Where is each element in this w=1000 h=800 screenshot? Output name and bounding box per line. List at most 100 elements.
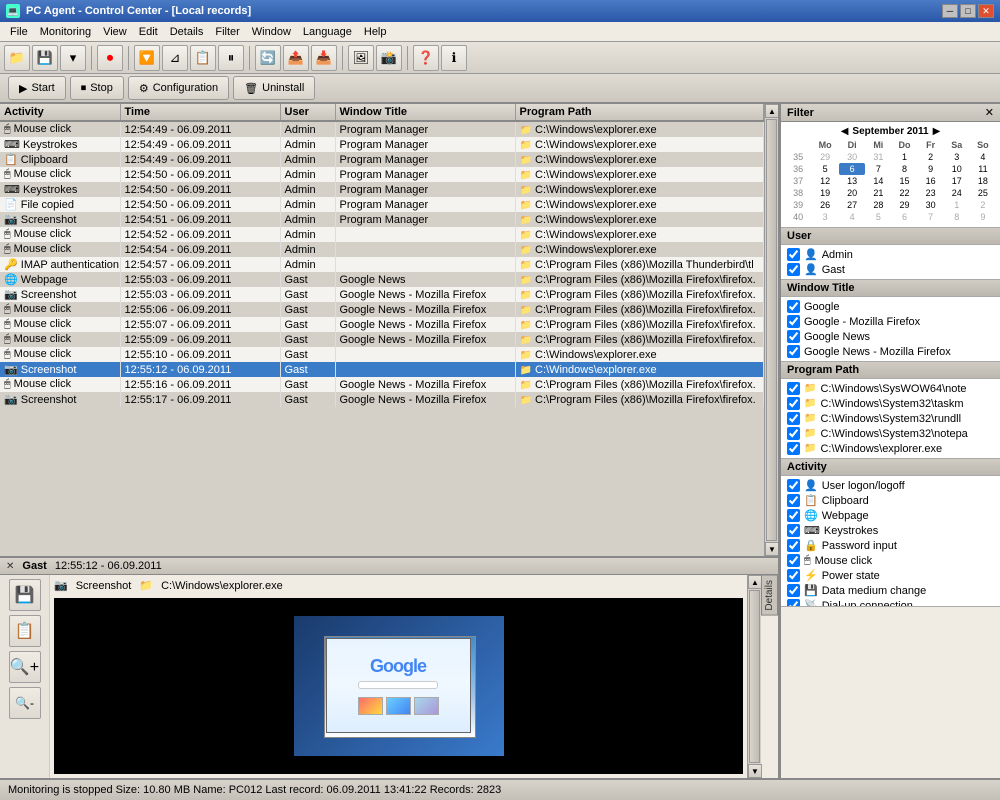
table-row[interactable]: 📷 Screenshot 12:55:17 - 06.09.2011 Gast … xyxy=(0,392,764,407)
col-user[interactable]: User xyxy=(280,104,335,121)
table-row[interactable]: ⌨ Keystrokes 12:54:49 - 06.09.2011 Admin… xyxy=(0,137,764,152)
activity-checkbox[interactable] xyxy=(787,494,800,507)
col-window-title[interactable]: Window Title xyxy=(335,104,515,121)
stop-button[interactable]: ⏹ Stop xyxy=(70,76,124,100)
window-checkbox[interactable] xyxy=(787,315,800,328)
filter-path-item[interactable]: 📁C:\Windows\explorer.exe xyxy=(785,441,996,456)
calendar-day[interactable]: 12 xyxy=(811,175,839,187)
toolbar-export[interactable]: 📤 xyxy=(283,45,309,71)
path-checkbox[interactable] xyxy=(787,397,800,410)
calendar-day[interactable]: 26 xyxy=(811,199,839,211)
toolbar-refresh[interactable]: 🔄 xyxy=(255,45,281,71)
path-checkbox[interactable] xyxy=(787,412,800,425)
filter-path-item[interactable]: 📁C:\Windows\System32\rundll xyxy=(785,411,996,426)
user-checkbox[interactable] xyxy=(787,248,800,261)
table-row[interactable]: 📷 Screenshot 12:55:03 - 06.09.2011 Gast … xyxy=(0,287,764,302)
filter-activity-item[interactable]: 🔒Password input xyxy=(785,538,996,553)
details-zoom-in-btn[interactable]: 🔍+ xyxy=(9,651,41,683)
table-row[interactable]: 📋 Clipboard 12:54:49 - 06.09.2011 Admin … xyxy=(0,152,764,167)
toolbar-import[interactable]: 📥 xyxy=(311,45,337,71)
toolbar-screenshot[interactable]: 🖼 xyxy=(348,45,374,71)
menu-help[interactable]: Help xyxy=(358,24,393,40)
path-checkbox[interactable] xyxy=(787,427,800,440)
filter-activity-item[interactable]: 💾Data medium change xyxy=(785,583,996,598)
filter-user-item[interactable]: 👤Gast xyxy=(785,262,996,277)
calendar-day[interactable]: 4 xyxy=(839,211,865,223)
filter-path-item[interactable]: 📁C:\Windows\SysWOW64\note xyxy=(785,381,996,396)
toolbar-open[interactable]: 📁 xyxy=(4,45,30,71)
table-row[interactable]: ⌨ Keystrokes 12:54:50 - 06.09.2011 Admin… xyxy=(0,182,764,197)
calendar-day[interactable]: 20 xyxy=(839,187,865,199)
calendar-day[interactable]: 30 xyxy=(839,151,865,163)
window-checkbox[interactable] xyxy=(787,330,800,343)
toolbar-save[interactable]: 💾 xyxy=(32,45,58,71)
calendar-day[interactable]: 9 xyxy=(970,211,996,223)
calendar-day[interactable]: 3 xyxy=(944,151,970,163)
activity-checkbox[interactable] xyxy=(787,479,800,492)
cal-prev-btn[interactable]: ◀ xyxy=(837,126,853,137)
toolbar-screenshot2[interactable]: 📸 xyxy=(376,45,402,71)
calendar-day[interactable]: 18 xyxy=(970,175,996,187)
calendar-day[interactable]: 5 xyxy=(865,211,891,223)
calendar-day[interactable]: 25 xyxy=(970,187,996,199)
table-row[interactable]: 📷 Screenshot 12:55:12 - 06.09.2011 Gast … xyxy=(0,362,764,377)
table-row[interactable]: 🔑 IMAP authentication 12:54:57 - 06.09.2… xyxy=(0,257,764,272)
table-row[interactable]: 🖱 Mouse click 12:54:54 - 06.09.2011 Admi… xyxy=(0,242,764,257)
table-row[interactable]: 🖱 Mouse click 12:55:06 - 06.09.2011 Gast… xyxy=(0,302,764,317)
calendar-day[interactable]: 14 xyxy=(865,175,891,187)
table-row[interactable]: 🖱 Mouse click 12:54:52 - 06.09.2011 Admi… xyxy=(0,227,764,242)
menu-file[interactable]: File xyxy=(4,24,34,40)
filter-activity-item[interactable]: 📡Dial-up connection xyxy=(785,598,996,606)
activity-checkbox[interactable] xyxy=(787,524,800,537)
details-zoom-out-btn[interactable]: 🔍- xyxy=(9,687,41,719)
table-row[interactable]: 🖱 Mouse click 12:54:49 - 06.09.2011 Admi… xyxy=(0,121,764,137)
toolbar-pause[interactable]: ⏸ xyxy=(218,45,244,71)
configuration-button[interactable]: ⚙ Configuration xyxy=(128,76,229,100)
start-button[interactable]: ▶ Start xyxy=(8,76,66,100)
activity-checkbox[interactable] xyxy=(787,569,800,582)
menu-edit[interactable]: Edit xyxy=(133,24,164,40)
details-save-btn[interactable]: 💾 xyxy=(9,579,41,611)
details-scroll-up[interactable]: ▲ xyxy=(748,575,762,589)
details-scroll-down[interactable]: ▼ xyxy=(748,764,762,778)
filter-close-btn[interactable]: ✕ xyxy=(985,106,994,119)
toolbar-filter[interactable]: 🔽 xyxy=(134,45,160,71)
activity-checkbox[interactable] xyxy=(787,554,800,567)
filter-activity-item[interactable]: ⌨Keystrokes xyxy=(785,523,996,538)
table-row[interactable]: 📄 File copied 12:54:50 - 06.09.2011 Admi… xyxy=(0,197,764,212)
filter-window-item[interactable]: Google xyxy=(785,299,996,314)
table-row[interactable]: 🖱 Mouse click 12:55:10 - 06.09.2011 Gast… xyxy=(0,347,764,362)
calendar-day[interactable]: 7 xyxy=(865,163,891,175)
minimize-button[interactable]: ─ xyxy=(942,4,958,18)
activity-checkbox[interactable] xyxy=(787,539,800,552)
filter-path-item[interactable]: 📁C:\Windows\System32\notepa xyxy=(785,426,996,441)
col-time[interactable]: Time xyxy=(120,104,280,121)
calendar-day[interactable]: 6 xyxy=(891,211,917,223)
calendar-day[interactable]: 2 xyxy=(970,199,996,211)
filter-window-item[interactable]: Google - Mozilla Firefox xyxy=(785,314,996,329)
table-row[interactable]: 🖱 Mouse click 12:55:07 - 06.09.2011 Gast… xyxy=(0,317,764,332)
calendar-day[interactable]: 29 xyxy=(891,199,917,211)
table-row[interactable]: 🖱 Mouse click 12:54:50 - 06.09.2011 Admi… xyxy=(0,167,764,182)
calendar-day[interactable]: 2 xyxy=(918,151,944,163)
calendar-day[interactable]: 1 xyxy=(891,151,917,163)
filter-user-item[interactable]: 👤Admin xyxy=(785,247,996,262)
details-copy-btn[interactable]: 📋 xyxy=(9,615,41,647)
calendar-day[interactable]: 6 xyxy=(839,163,865,175)
menu-monitoring[interactable]: Monitoring xyxy=(34,24,97,40)
calendar-day[interactable]: 23 xyxy=(918,187,944,199)
path-checkbox[interactable] xyxy=(787,442,800,455)
calendar-day[interactable]: 7 xyxy=(918,211,944,223)
window-checkbox[interactable] xyxy=(787,300,800,313)
maximize-button[interactable]: □ xyxy=(960,4,976,18)
filter-window-item[interactable]: Google News xyxy=(785,329,996,344)
log-scrollbar[interactable]: ▲ ▼ xyxy=(764,104,778,556)
activity-checkbox[interactable] xyxy=(787,509,800,522)
calendar-day[interactable]: 22 xyxy=(891,187,917,199)
table-row[interactable]: 🖱 Mouse click 12:55:09 - 06.09.2011 Gast… xyxy=(0,332,764,347)
user-checkbox[interactable] xyxy=(787,263,800,276)
uninstall-button[interactable]: 🗑 Uninstall xyxy=(233,76,315,100)
filter-activity-item[interactable]: ⚡Power state xyxy=(785,568,996,583)
calendar-day[interactable]: 8 xyxy=(891,163,917,175)
table-row[interactable]: 📷 Screenshot 12:54:51 - 06.09.2011 Admin… xyxy=(0,212,764,227)
